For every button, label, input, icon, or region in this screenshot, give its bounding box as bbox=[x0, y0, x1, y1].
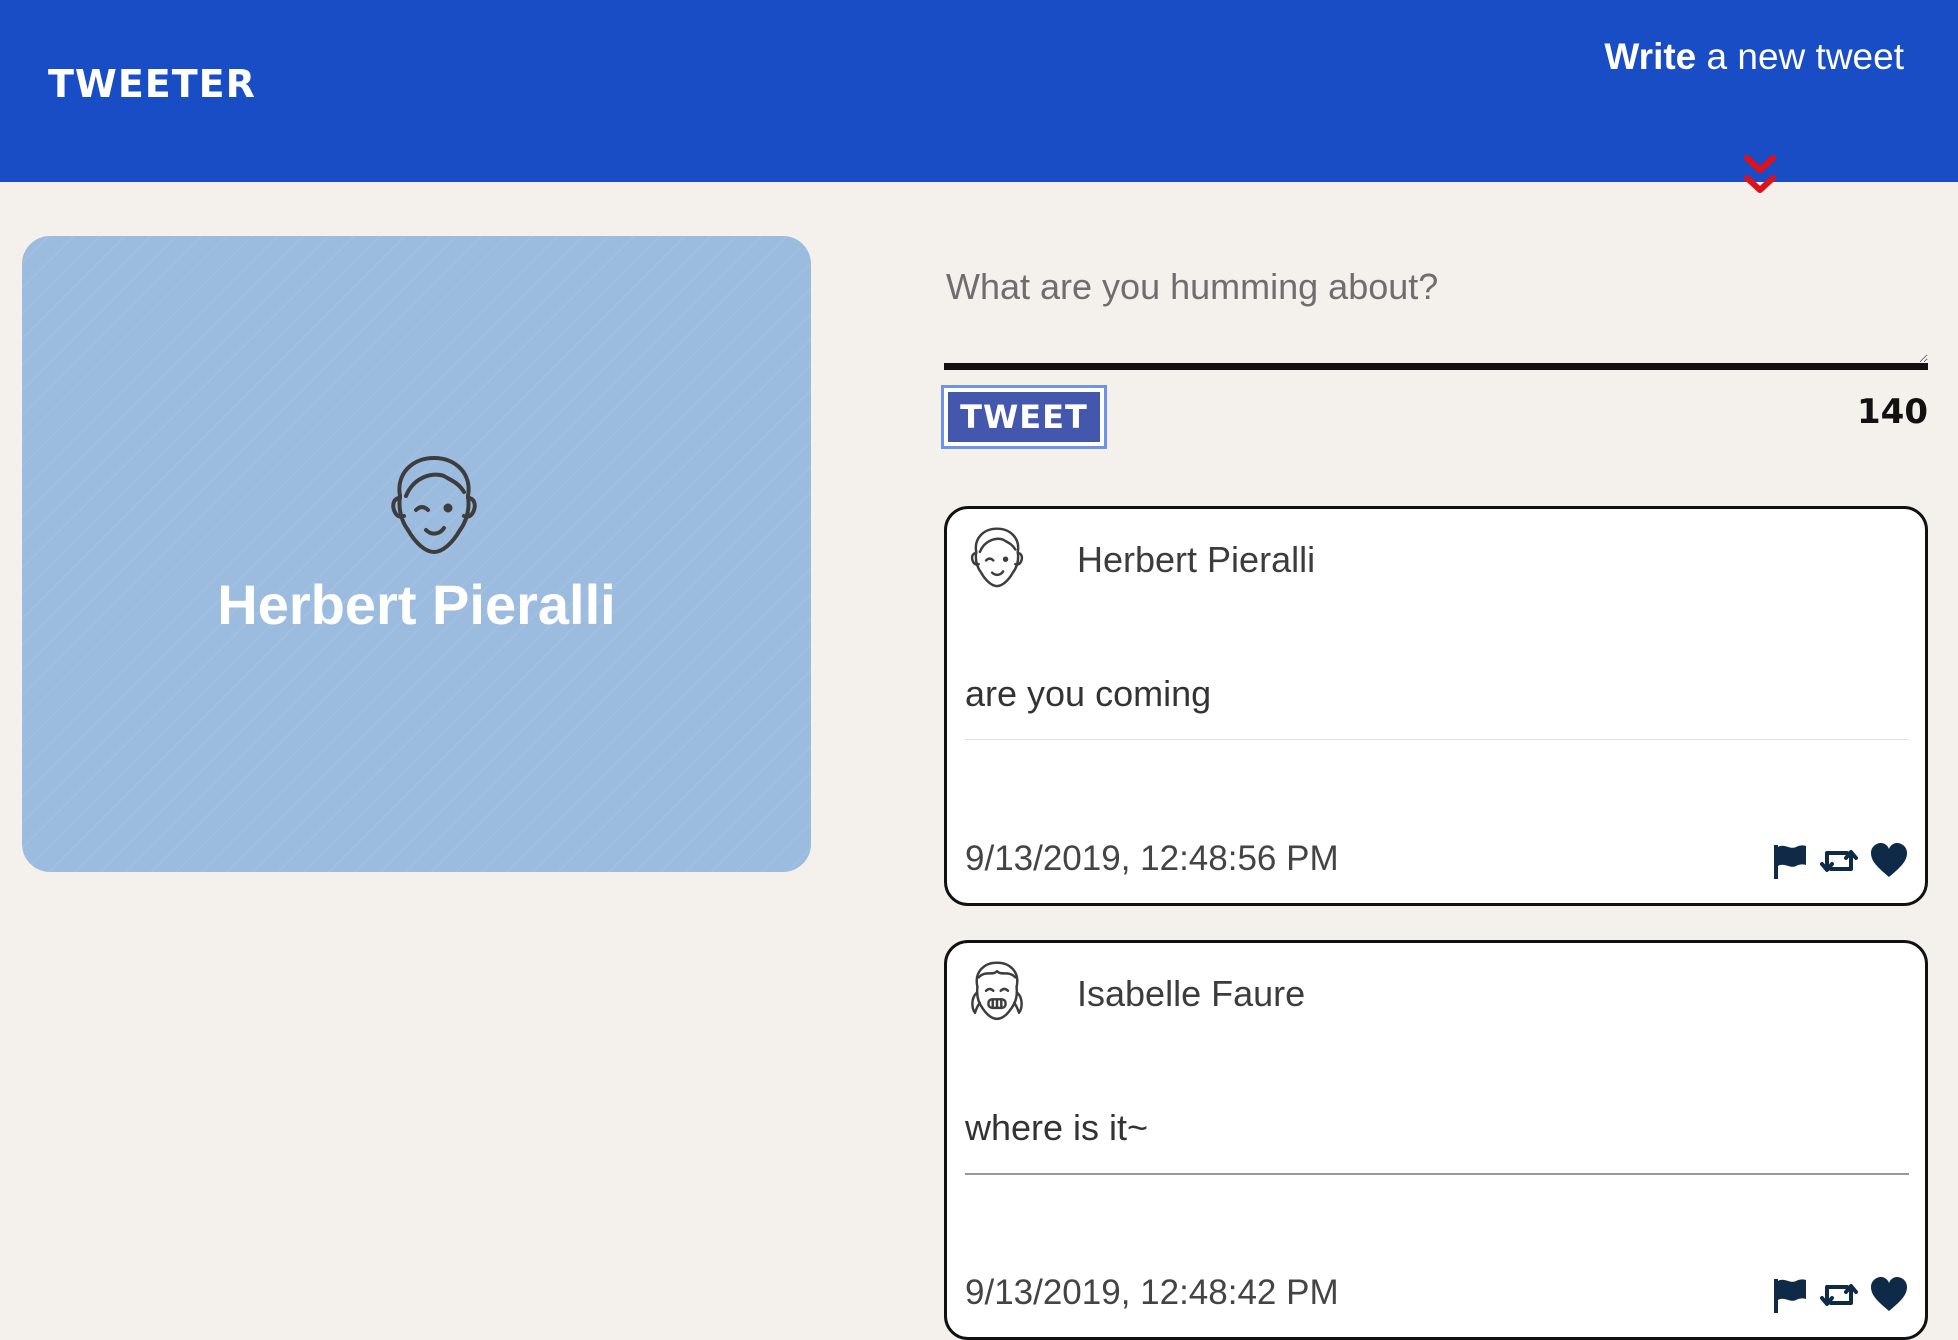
boy-face-icon bbox=[391, 456, 477, 554]
profile-card: Herbert Pieralli bbox=[22, 236, 811, 872]
boy-face-icon bbox=[970, 527, 1024, 588]
write-label: Write bbox=[1604, 36, 1697, 77]
new-tweet-label: a new tweet bbox=[1696, 36, 1904, 77]
tweet-author: Herbert Pieralli bbox=[1077, 539, 1316, 580]
tweet-timestamp: 9/13/2019, 12:48:56 PM bbox=[965, 839, 1339, 878]
tweet-text: are you coming bbox=[965, 673, 1909, 740]
profile-name: Herbert Pieralli bbox=[217, 573, 616, 636]
write-new-tweet-link[interactable]: Write a new tweet bbox=[1604, 36, 1904, 78]
flag-icon[interactable] bbox=[1769, 841, 1809, 881]
tweet-card: Herbert Pieralli are you coming 9/13/201… bbox=[944, 506, 1928, 906]
heart-icon[interactable] bbox=[1869, 1275, 1909, 1315]
flag-icon[interactable] bbox=[1769, 1275, 1809, 1315]
tweet-text: where is it~ bbox=[965, 1107, 1909, 1175]
character-counter: 140 bbox=[1857, 392, 1928, 432]
tweet-actions bbox=[1769, 1275, 1909, 1315]
navbar: TWEETER Write a new tweet bbox=[0, 0, 1958, 182]
girl-face-icon bbox=[971, 961, 1023, 1021]
compose-form: TWEET 140 bbox=[944, 252, 1928, 446]
tweet-card: Isabelle Faure where is it~ 9/13/2019, 1… bbox=[944, 940, 1928, 1340]
brand-logo[interactable]: TWEETER bbox=[48, 62, 256, 106]
retweet-icon[interactable] bbox=[1819, 1275, 1859, 1315]
tweet-timestamp: 9/13/2019, 12:48:42 PM bbox=[965, 1273, 1339, 1312]
double-chevron-down-icon[interactable] bbox=[1742, 152, 1778, 200]
tweet-input[interactable] bbox=[944, 252, 1928, 370]
tweet-button[interactable]: TWEET bbox=[944, 388, 1104, 446]
retweet-icon[interactable] bbox=[1819, 841, 1859, 881]
heart-icon[interactable] bbox=[1869, 841, 1909, 881]
tweet-author: Isabelle Faure bbox=[1077, 973, 1306, 1014]
tweet-actions bbox=[1769, 841, 1909, 881]
